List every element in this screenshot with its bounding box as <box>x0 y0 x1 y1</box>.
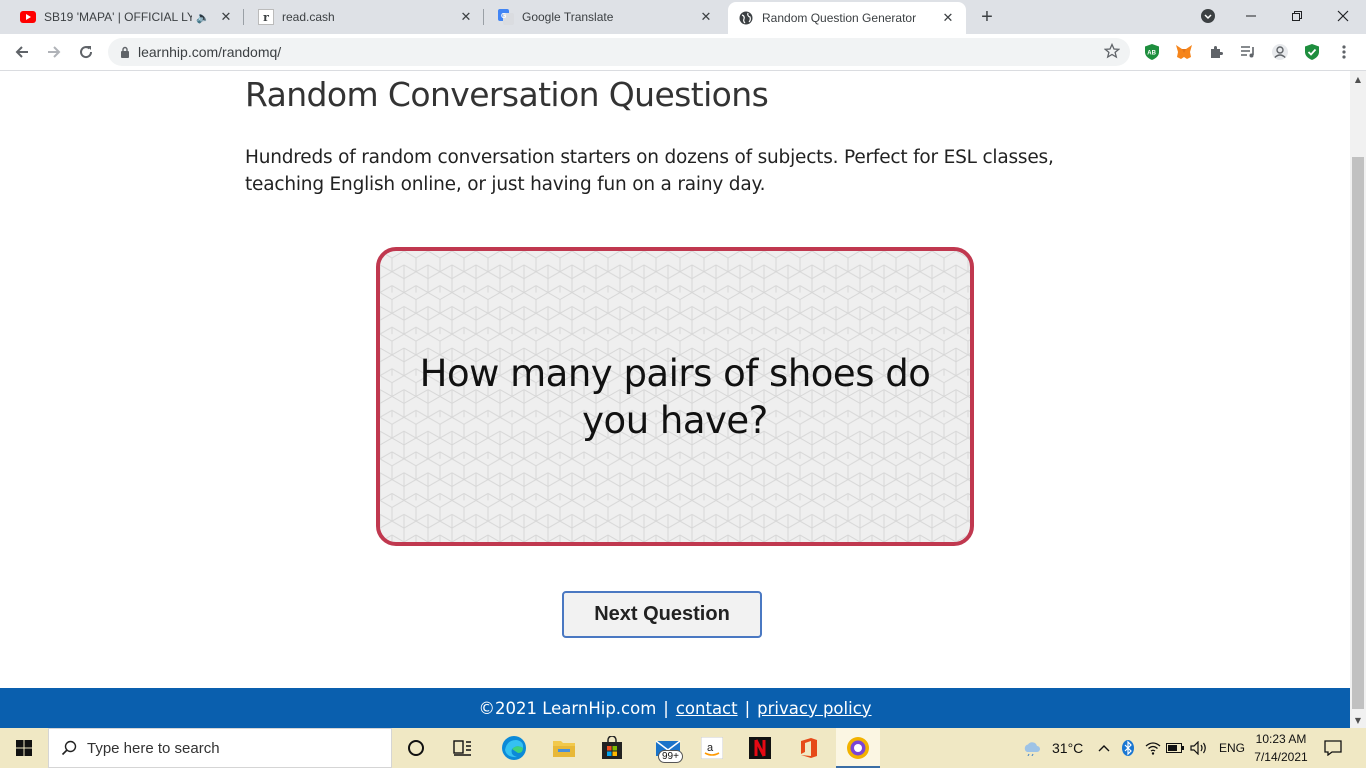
tab-separator <box>243 9 244 25</box>
close-icon <box>1337 10 1349 22</box>
forward-button[interactable] <box>40 38 68 66</box>
minimize-button[interactable] <box>1228 0 1274 32</box>
contact-link[interactable]: contact <box>676 699 738 718</box>
tab-random-question-generator[interactable]: Random Question Generator ✕ <box>728 2 966 34</box>
restore-icon <box>1292 11 1302 21</box>
battery-icon[interactable] <box>1164 732 1186 764</box>
bookmark-star-icon[interactable] <box>1103 42 1121 63</box>
mail-icon[interactable]: 99+ <box>648 732 688 764</box>
tab-separator <box>483 9 484 25</box>
youtube-icon <box>20 9 36 25</box>
temperature-text[interactable]: 31°C <box>1052 740 1083 756</box>
close-icon[interactable]: ✕ <box>218 9 234 25</box>
search-icon <box>61 740 77 756</box>
more-vert-icon <box>1342 45 1346 59</box>
metamask-fox-icon[interactable] <box>1174 42 1194 62</box>
shield-check-icon[interactable] <box>1302 42 1322 62</box>
google-translate-icon: G <box>498 9 514 25</box>
browser-toolbar: learnhip.com/randomq/ AB <box>0 34 1366 71</box>
vertical-scrollbar[interactable]: ▲ ▼ <box>1350 71 1366 728</box>
clock-date[interactable]: 7/14/2021 <box>1254 750 1308 764</box>
new-tab-button[interactable]: + <box>976 6 998 28</box>
tab-google-translate[interactable]: G Google Translate ✕ <box>488 0 724 34</box>
office-icon[interactable] <box>793 732 825 764</box>
file-explorer-icon[interactable] <box>548 732 580 764</box>
edge-browser-icon[interactable] <box>498 732 530 764</box>
page-title: Random Conversation Questions <box>245 75 769 114</box>
profile-avatar-icon[interactable] <box>1270 42 1290 62</box>
privacy-policy-link[interactable]: privacy policy <box>757 699 871 718</box>
close-window-button[interactable] <box>1320 0 1366 32</box>
restore-button[interactable] <box>1274 0 1320 32</box>
weather-icon[interactable] <box>1020 732 1044 764</box>
wifi-icon[interactable] <box>1142 732 1164 764</box>
mail-badge: 99+ <box>658 750 683 763</box>
tab-readcash[interactable]: r read.cash ✕ <box>248 0 484 34</box>
notification-icon[interactable] <box>1318 732 1348 764</box>
tab-strip: SB19 'MAPA' | OFFICIAL LYRIC 🔈 ✕ r read.… <box>0 0 1366 34</box>
chevron-up-icon[interactable] <box>1094 732 1114 764</box>
question-card: How many pairs of shoes do you have? <box>376 247 974 546</box>
svg-text:G: G <box>501 13 507 20</box>
minimize-icon <box>1246 15 1256 17</box>
close-icon[interactable]: ✕ <box>940 10 956 26</box>
footer-copyright: ©2021 LearnHip.com <box>478 698 657 718</box>
globe-icon <box>738 10 754 26</box>
search-placeholder: Type here to search <box>87 739 220 757</box>
task-view-icon[interactable] <box>447 732 479 764</box>
svg-text:a: a <box>707 742 714 754</box>
address-bar[interactable]: learnhip.com/randomq/ <box>108 38 1130 66</box>
footer-separator: | <box>663 698 669 718</box>
lock-icon <box>121 46 129 58</box>
bluetooth-icon[interactable] <box>1118 732 1138 764</box>
amazon-icon[interactable]: a <box>696 732 728 764</box>
question-text: How many pairs of shoes do you have? <box>419 351 931 442</box>
svg-text:AB: AB <box>1147 51 1156 57</box>
footer-separator: | <box>744 698 751 718</box>
volume-icon[interactable] <box>1188 732 1210 764</box>
tab-search-button[interactable] <box>1194 0 1222 32</box>
chevron-down-icon <box>1201 9 1215 23</box>
brave-browser-icon[interactable] <box>842 732 874 764</box>
cortana-icon[interactable] <box>400 732 432 764</box>
chrome-menu-button[interactable] <box>1334 42 1354 62</box>
close-icon[interactable]: ✕ <box>458 9 474 25</box>
speaker-icon[interactable]: 🔈 <box>196 11 210 24</box>
arrow-left-icon <box>15 46 28 58</box>
netflix-icon[interactable] <box>744 732 776 764</box>
microsoft-store-icon[interactable] <box>596 732 628 764</box>
arrow-right-icon <box>48 46 61 58</box>
scroll-up-arrow-icon[interactable]: ▲ <box>1350 71 1366 87</box>
media-control-icon[interactable] <box>1238 42 1258 62</box>
scroll-down-arrow-icon[interactable]: ▼ <box>1350 712 1366 728</box>
clock-time[interactable]: 10:23 AM <box>1254 732 1308 746</box>
adblock-icon[interactable]: AB <box>1142 42 1162 62</box>
url-text: learnhip.com/randomq/ <box>138 44 282 60</box>
readcash-icon: r <box>258 9 274 25</box>
back-button[interactable] <box>8 38 36 66</box>
tab-youtube[interactable]: SB19 'MAPA' | OFFICIAL LYRIC 🔈 ✕ <box>12 0 244 34</box>
reload-icon <box>80 46 93 59</box>
page-content: Random Conversation Questions Hundreds o… <box>0 71 1350 728</box>
language-indicator[interactable]: ENG <box>1219 741 1245 755</box>
footer: ©2021 LearnHip.com | contact | privacy p… <box>0 688 1350 728</box>
windows-logo-icon <box>16 740 32 756</box>
next-question-button[interactable]: Next Question <box>562 591 762 638</box>
extensions-puzzle-icon[interactable] <box>1206 42 1226 62</box>
windows-taskbar: Type here to search 99+ a 31°C ENG 10:23… <box>0 728 1366 768</box>
intro-text: Hundreds of random conversation starters… <box>245 147 1054 195</box>
scroll-thumb[interactable] <box>1352 157 1364 709</box>
start-button[interactable] <box>0 728 48 768</box>
reload-button[interactable] <box>72 38 100 66</box>
taskbar-search[interactable]: Type here to search <box>48 728 392 768</box>
close-icon[interactable]: ✕ <box>698 9 714 25</box>
